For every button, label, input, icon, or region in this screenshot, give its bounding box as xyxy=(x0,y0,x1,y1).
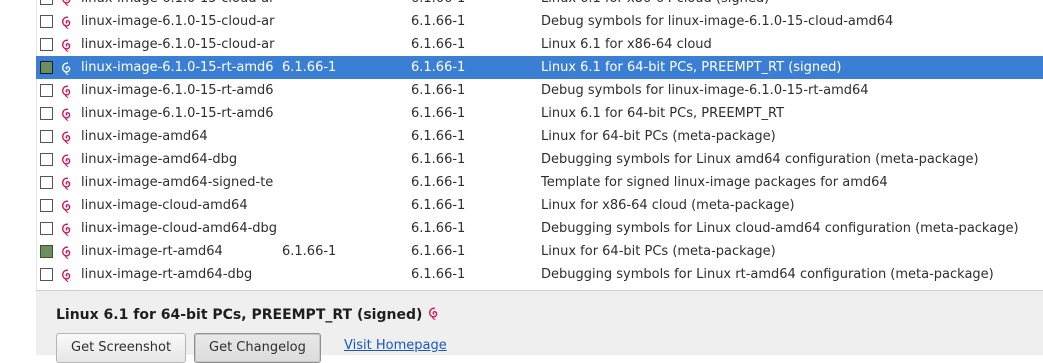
latest-version: 6.1.66-1 xyxy=(411,106,466,121)
package-checkbox[interactable] xyxy=(40,268,53,281)
package-description: Linux for x86-64 cloud (meta-package) xyxy=(541,198,795,213)
debian-logo-icon xyxy=(427,306,441,320)
package-row[interactable]: linux-image-6.1.0-15-cloud-ar 6.1.66-1 Lin… xyxy=(36,33,1043,56)
latest-version: 6.1.66-1 xyxy=(411,152,466,167)
package-description: Linux for 64-bit PCs (meta-package) xyxy=(541,129,776,144)
package-row[interactable]: linux-image-6.1.0-15-cloud-ar 6.1.66-1 Lin… xyxy=(36,0,1043,10)
package-checkbox[interactable] xyxy=(40,15,53,28)
package-name: linux-image-6.1.0-15-cloud-ar xyxy=(81,14,275,29)
package-row[interactable]: linux-image-amd64-signed-te 6.1.66-1 Templ… xyxy=(36,171,1043,194)
latest-version: 6.1.66-1 xyxy=(411,0,531,10)
debian-logo-icon xyxy=(60,129,74,144)
package-row[interactable]: linux-image-rt-amd64-dbg 6.1.66-1 Debuggin… xyxy=(36,263,1043,286)
package-row[interactable]: linux-image-6.1.0-15-rt-amd6 6.1.66-1 Debu… xyxy=(36,79,1043,102)
package-row[interactable]: linux-image-6.1.0-15-rt-amd6 6.1.66-1 6.1.… xyxy=(36,56,1043,79)
package-name: linux-image-6.1.0-15-rt-amd6 xyxy=(81,60,274,75)
package-checkbox[interactable] xyxy=(40,176,53,189)
package-description: Linux 6.1 for 64-bit PCs, PREEMPT_RT (si… xyxy=(541,60,842,75)
debian-logo-icon xyxy=(60,106,74,121)
latest-version: 6.1.66-1 xyxy=(411,14,466,29)
package-name: linux-image-rt-amd64 xyxy=(81,244,223,259)
installed-version: 6.1.66-1 xyxy=(282,244,337,259)
package-details-panel: Linux 6.1 for 64-bit PCs, PREEMPT_RT (si… xyxy=(36,290,1043,363)
package-checkbox[interactable] xyxy=(40,245,53,258)
debian-logo-icon xyxy=(60,60,74,75)
debian-logo-icon xyxy=(60,14,74,29)
package-name: linux-image-rt-amd64-dbg xyxy=(81,267,253,282)
debian-logo-icon xyxy=(60,175,74,190)
package-description: Linux 6.1 for x86-64 cloud xyxy=(541,37,712,52)
package-checkbox[interactable] xyxy=(40,199,53,212)
package-list[interactable]: linux-image-6.1.0-15-cloud-ar 6.1.66-1 Lin… xyxy=(36,0,1043,286)
package-description: Debugging symbols for Linux rt-amd64 con… xyxy=(541,267,994,282)
package-checkbox[interactable] xyxy=(40,222,53,235)
latest-version: 6.1.66-1 xyxy=(411,244,466,259)
debian-logo-icon xyxy=(60,83,74,98)
package-name: linux-image-cloud-amd64 xyxy=(81,198,248,213)
package-checkbox[interactable] xyxy=(40,130,53,143)
package-description: Debug symbols for linux-image-6.1.0-15-c… xyxy=(541,14,894,29)
package-name: linux-image-amd64-dbg xyxy=(81,152,238,167)
package-row[interactable]: linux-image-cloud-amd64 6.1.66-1 Linux for… xyxy=(36,194,1043,217)
debian-logo-icon xyxy=(60,0,74,6)
package-description: Template for signed linux-image packages… xyxy=(541,175,888,190)
details-title: Linux 6.1 for 64-bit PCs, PREEMPT_RT (si… xyxy=(56,307,441,323)
package-description: Debug symbols for linux-image-6.1.0-15-r… xyxy=(541,83,869,98)
debian-logo-icon xyxy=(60,221,74,236)
latest-version: 6.1.66-1 xyxy=(411,221,466,236)
get-changelog-button[interactable]: Get Changelog xyxy=(194,333,321,363)
package-description: Debugging symbols for Linux cloud-amd64 … xyxy=(541,221,1019,236)
latest-version: 6.1.66-1 xyxy=(411,129,466,144)
installed-version: 6.1.66-1 xyxy=(282,60,337,75)
get-screenshot-button[interactable]: Get Screenshot xyxy=(56,333,187,363)
latest-version: 6.1.66-1 xyxy=(411,267,466,282)
debian-logo-icon xyxy=(60,267,74,282)
package-row[interactable]: linux-image-cloud-amd64-dbg 6.1.66-1 Debug… xyxy=(36,217,1043,240)
latest-version: 6.1.66-1 xyxy=(411,83,466,98)
debian-logo-icon xyxy=(60,198,74,213)
package-checkbox[interactable] xyxy=(40,107,53,120)
package-name: linux-image-amd64 xyxy=(81,129,208,144)
package-name: linux-image-amd64-signed-te xyxy=(81,175,274,190)
package-checkbox[interactable] xyxy=(40,153,53,166)
package-description: Linux 6.1 for 64-bit PCs, PREEMPT_RT xyxy=(541,106,785,121)
package-name: linux-image-6.1.0-15-cloud-ar xyxy=(81,37,275,52)
package-row[interactable]: linux-image-amd64-dbg 6.1.66-1 Debugging s… xyxy=(36,148,1043,171)
package-row[interactable]: linux-image-amd64 6.1.66-1 Linux for 64-bi… xyxy=(36,125,1043,148)
package-checkbox[interactable] xyxy=(40,61,53,74)
package-name: linux-image-cloud-amd64-dbg xyxy=(81,221,278,236)
package-checkbox[interactable] xyxy=(40,38,53,51)
debian-logo-icon xyxy=(60,37,74,52)
debian-logo-icon xyxy=(60,152,74,167)
latest-version: 6.1.66-1 xyxy=(411,175,466,190)
latest-version: 6.1.66-1 xyxy=(411,198,466,213)
package-description: Debugging symbols for Linux amd64 config… xyxy=(541,152,979,167)
package-description: Linux for 64-bit PCs (meta-package) xyxy=(541,244,776,259)
package-description: Linux 6.1 for x86-64 cloud (signed) xyxy=(541,0,1041,10)
package-name: linux-image-6.1.0-15-rt-amd6 xyxy=(81,106,274,121)
left-panel-edge xyxy=(0,0,37,354)
debian-logo-icon xyxy=(60,244,74,259)
package-name: linux-image-6.1.0-15-cloud-ar xyxy=(81,0,281,10)
package-row[interactable]: linux-image-6.1.0-15-cloud-ar 6.1.66-1 Deb… xyxy=(36,10,1043,33)
latest-version: 6.1.66-1 xyxy=(411,60,466,75)
package-row[interactable]: linux-image-rt-amd64 6.1.66-1 6.1.66-1 Linu… xyxy=(36,240,1043,263)
details-title-text: Linux 6.1 for 64-bit PCs, PREEMPT_RT (si… xyxy=(56,307,423,323)
package-checkbox[interactable] xyxy=(40,84,53,97)
latest-version: 6.1.66-1 xyxy=(411,37,466,52)
package-row[interactable]: linux-image-6.1.0-15-rt-amd6 6.1.66-1 Linu… xyxy=(36,102,1043,125)
package-checkbox[interactable] xyxy=(40,0,53,5)
package-name: linux-image-6.1.0-15-rt-amd6 xyxy=(81,83,274,98)
visit-homepage-link[interactable]: Visit Homepage xyxy=(344,338,447,353)
